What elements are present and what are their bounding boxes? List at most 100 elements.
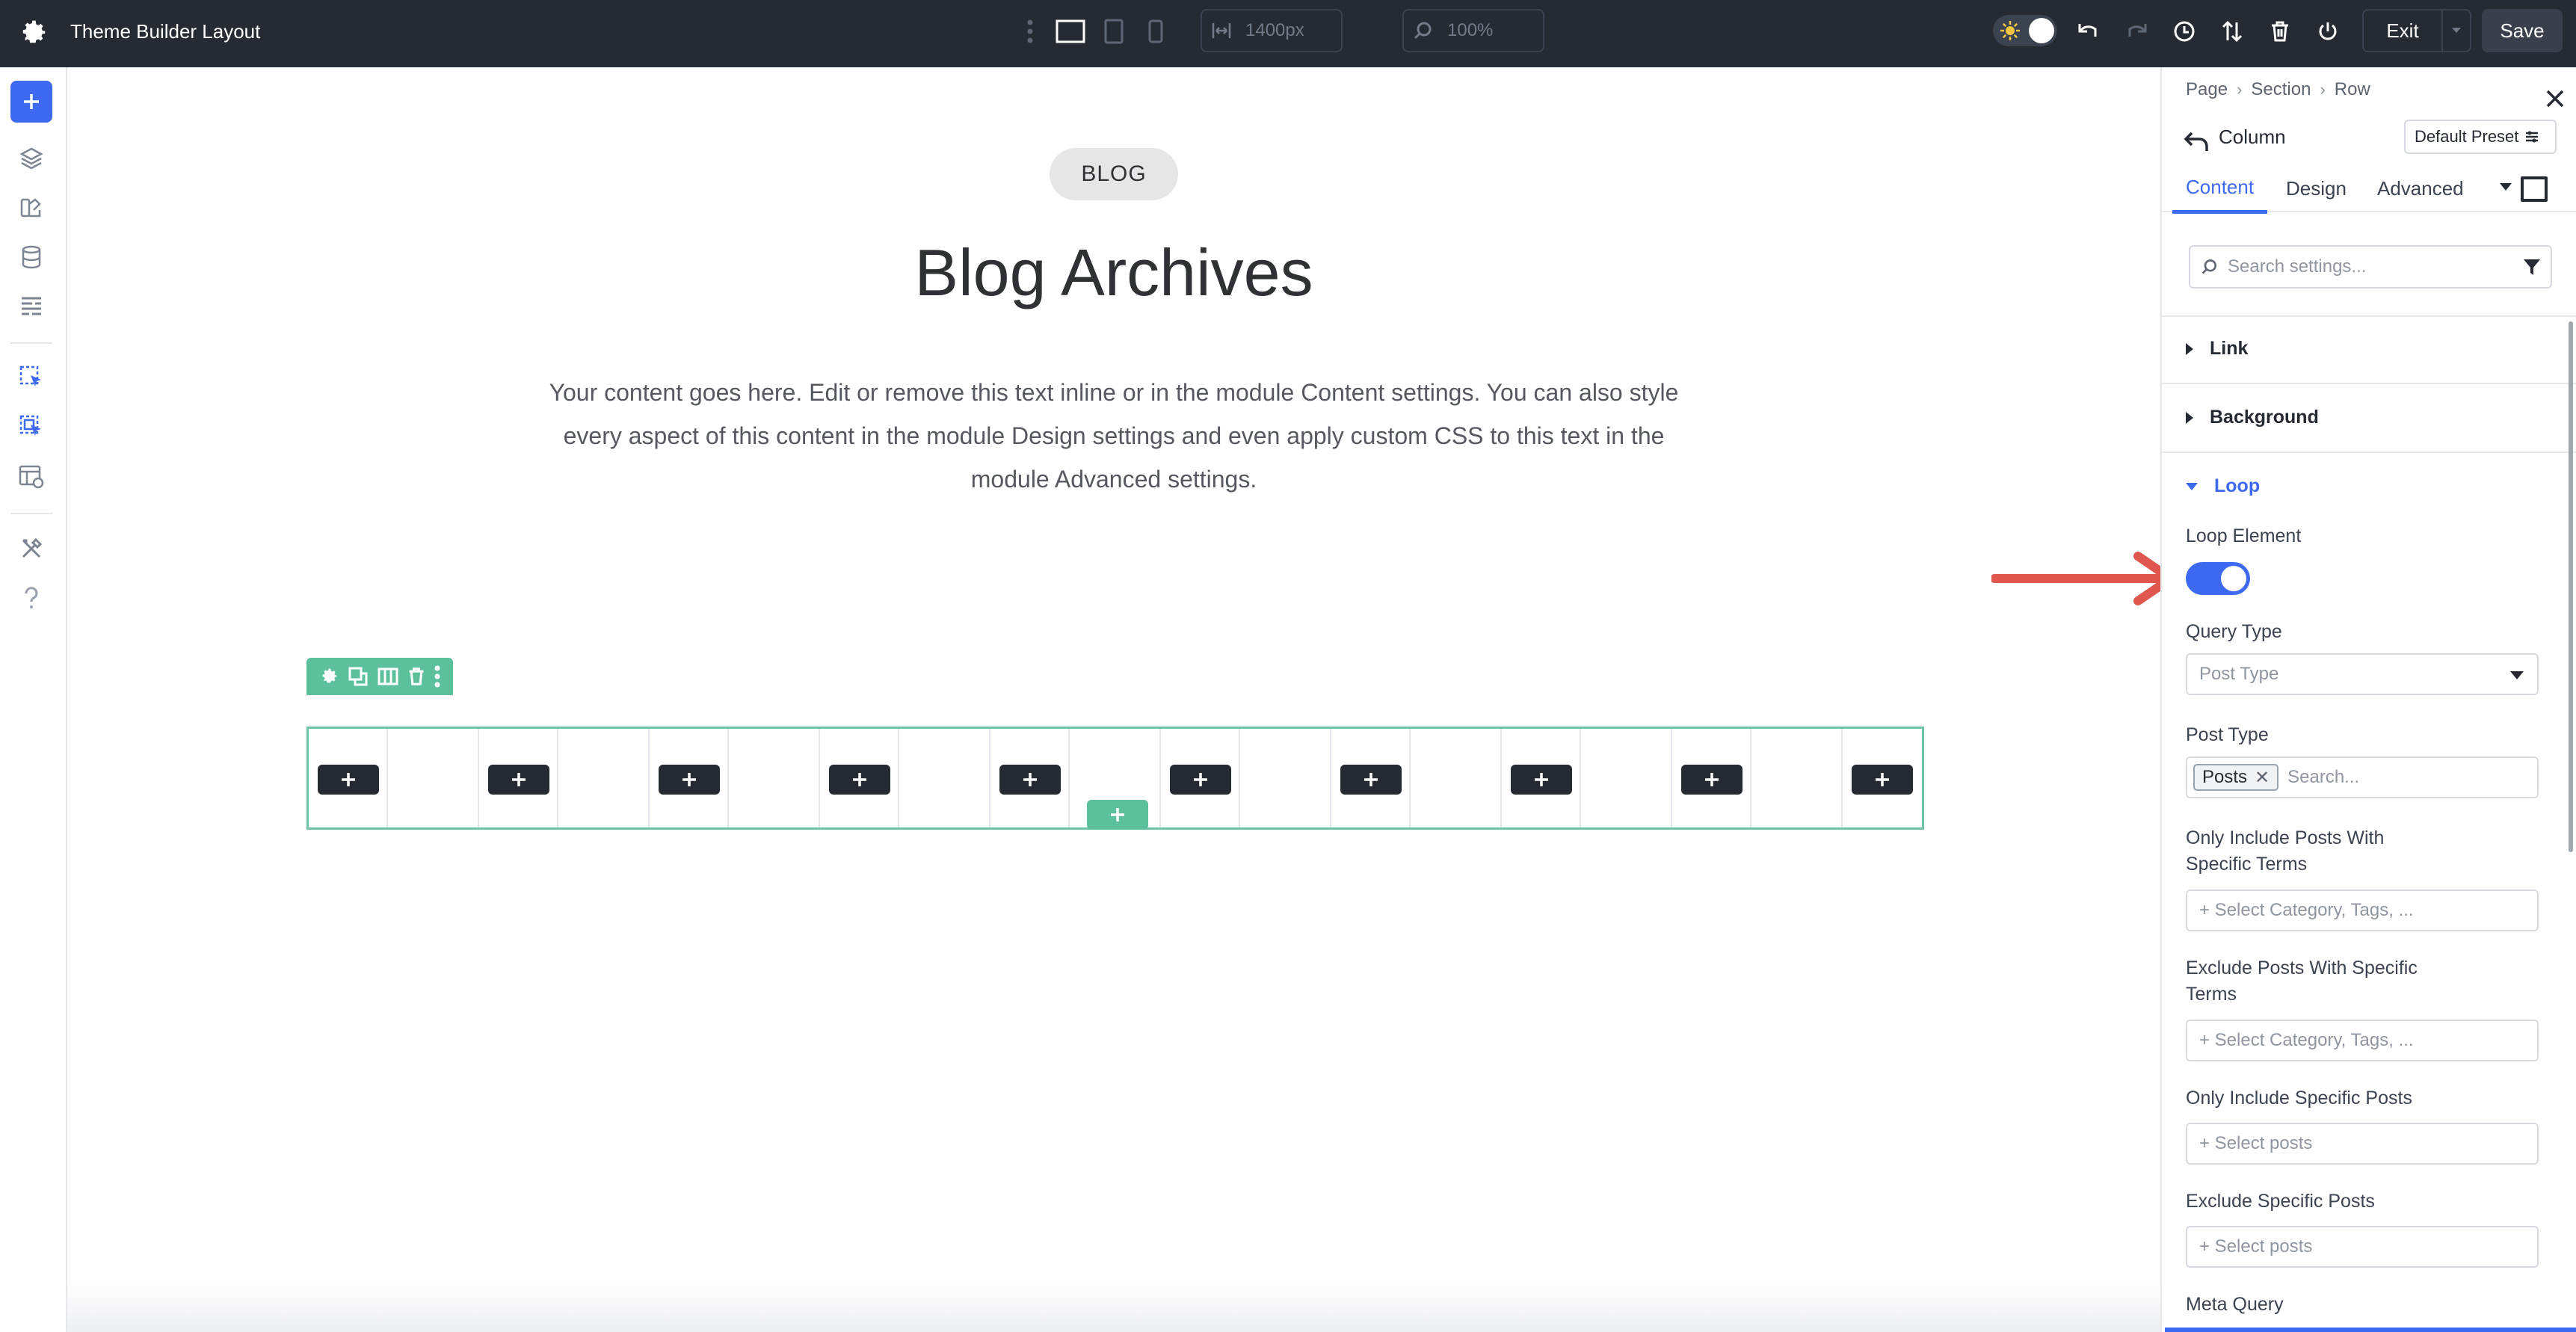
panel-scrollbar[interactable] [2569, 321, 2573, 852]
gear-icon[interactable] [16, 16, 49, 49]
settings-search[interactable] [2189, 245, 2552, 289]
column-divider [819, 729, 820, 827]
preset-selector[interactable]: Default Preset [2404, 120, 2557, 154]
loop-element-label: Loop Element [2186, 525, 2302, 546]
add-row-button[interactable] [1087, 800, 1148, 830]
add-module-button[interactable] [999, 765, 1061, 795]
canvas-width-input[interactable]: 1400px [1201, 9, 1343, 52]
add-module-button[interactable] [1340, 765, 1402, 795]
include-terms-select[interactable]: + Select Category, Tags, ... [2186, 889, 2539, 931]
include-posts-select[interactable]: + Select posts [2186, 1123, 2539, 1165]
loop-element-toggle[interactable] [2186, 562, 2250, 595]
select-button[interactable] [10, 357, 52, 399]
sidebar-divider [10, 342, 52, 344]
layout-button[interactable] [10, 286, 52, 327]
canvas-bottom-shadow [67, 1280, 2160, 1332]
duplicate-icon[interactable] [348, 666, 369, 687]
section-link[interactable]: Link [2186, 338, 2248, 360]
exit-button[interactable]: Exit [2362, 9, 2443, 52]
post-type-search-input[interactable] [2287, 767, 2483, 788]
redo-icon[interactable] [2120, 15, 2153, 48]
theme-icon [20, 198, 41, 218]
add-module-button[interactable] [10, 81, 52, 123]
help-button[interactable] [10, 577, 52, 619]
more-vertical-icon[interactable] [434, 665, 441, 688]
add-module-button[interactable] [1511, 765, 1572, 795]
exit-options-button[interactable] [2441, 9, 2471, 52]
add-module-button[interactable] [1170, 765, 1231, 795]
tab-advanced[interactable]: Advanced [2377, 164, 2464, 212]
view-layout-button[interactable] [10, 456, 52, 498]
database-icon [22, 245, 41, 269]
back-arrow-icon[interactable] [2181, 127, 2211, 157]
add-module-button[interactable] [488, 765, 549, 795]
phone-icon[interactable] [1139, 15, 1172, 48]
toggle-knob [2221, 566, 2246, 591]
section-background[interactable]: Background [2186, 407, 2319, 428]
close-panel-button[interactable] [2539, 82, 2572, 115]
tablet-icon[interactable] [1097, 15, 1130, 48]
zoom-icon [1414, 22, 1432, 40]
width-icon [1212, 23, 1231, 38]
post-type-field[interactable]: Posts ✕ [2186, 756, 2539, 798]
column-divider [1841, 729, 1843, 827]
theme-mode-toggle[interactable] [1993, 15, 2057, 46]
add-module-button[interactable] [1681, 765, 1743, 795]
layout-title: Theme Builder Layout [70, 20, 261, 43]
trash-icon[interactable] [2264, 15, 2296, 48]
section-link-label: Link [2210, 338, 2249, 359]
tools-button[interactable] [10, 528, 52, 570]
theme-options-button[interactable] [10, 187, 52, 229]
tab-content[interactable]: Content [2172, 164, 2268, 214]
page-title[interactable]: Blog Archives [740, 232, 1488, 314]
query-type-select[interactable]: Post Type [2186, 653, 2539, 695]
filter-icon[interactable] [2522, 257, 2542, 278]
zoom-input[interactable]: 100% [1402, 9, 1544, 52]
plus-icon [1876, 773, 1889, 786]
section-divider [2162, 315, 2576, 317]
top-toolbar: Theme Builder Layout 1400px 100% Exit Sa… [0, 0, 2576, 67]
close-icon [2546, 90, 2564, 108]
breadcrumb-section[interactable]: Section [2251, 79, 2311, 100]
breadcrumb-row[interactable]: Row [2335, 79, 2370, 100]
caret-down-icon [2186, 482, 2198, 490]
breadcrumb-page[interactable]: Page [2186, 79, 2228, 100]
trash-icon[interactable] [407, 666, 425, 687]
gear-icon[interactable] [318, 666, 339, 687]
add-module-button[interactable] [659, 765, 720, 795]
exclude-posts-select[interactable]: + Select posts [2186, 1226, 2539, 1268]
columns-icon[interactable] [378, 667, 398, 686]
plus-icon [1194, 773, 1207, 786]
add-module-button[interactable] [318, 765, 379, 795]
save-button[interactable]: Save [2482, 9, 2563, 52]
sort-icon[interactable] [2216, 15, 2249, 48]
undo-icon[interactable] [2072, 15, 2105, 48]
desktop-icon[interactable] [1054, 15, 1087, 48]
element-title: Column [2219, 126, 2286, 148]
view-mode-icon[interactable] [2521, 176, 2548, 202]
power-icon[interactable] [2311, 15, 2344, 48]
include-posts-placeholder: + Select posts [2199, 1133, 2313, 1153]
chevron-down-icon[interactable] [2498, 179, 2513, 194]
tab-design[interactable]: Design [2286, 164, 2347, 212]
layers-button[interactable] [10, 138, 52, 179]
plus-icon [853, 773, 866, 786]
search-input[interactable] [2228, 256, 2497, 277]
plus-icon [1111, 808, 1124, 821]
cursor-icon [19, 366, 41, 386]
exclude-terms-placeholder: + Select Category, Tags, ... [2199, 1030, 2414, 1050]
exclude-terms-label-2: Terms [2186, 984, 2237, 1005]
database-button[interactable] [10, 236, 52, 278]
add-module-button[interactable] [829, 765, 890, 795]
intro-text[interactable]: Your content goes here. Edit or remove t… [538, 371, 1689, 501]
blog-badge[interactable]: BLOG [1050, 148, 1178, 200]
more-vertical-icon[interactable] [1014, 15, 1047, 48]
section-loop[interactable]: Loop [2186, 475, 2260, 497]
add-module-button[interactable] [1852, 765, 1913, 795]
exclude-terms-label-1: Exclude Posts With Specific [2186, 958, 2418, 978]
history-icon[interactable] [2168, 15, 2201, 48]
sun-icon [2000, 21, 2020, 40]
remove-chip-icon[interactable]: ✕ [2255, 767, 2270, 789]
multi-select-button[interactable] [10, 407, 52, 448]
exclude-terms-select[interactable]: + Select Category, Tags, ... [2186, 1020, 2539, 1061]
